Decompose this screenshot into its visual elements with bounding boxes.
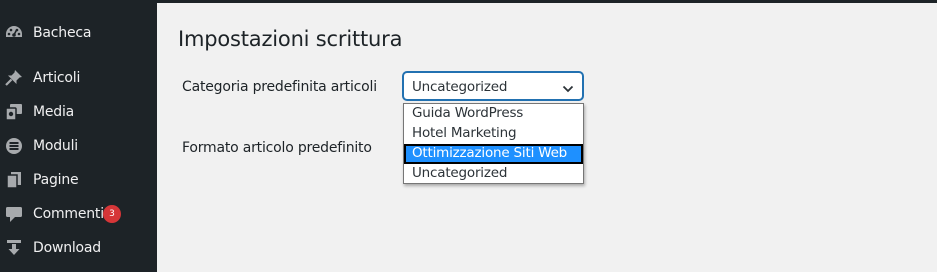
media-icon: [4, 103, 24, 121]
sidebar-item-commenti[interactable]: Commenti 3: [0, 199, 157, 229]
dropdown-option-highlighted[interactable]: Ottimizzazione Siti Web: [404, 144, 583, 164]
pin-icon: [4, 69, 24, 87]
sidebar-item-label: Commenti: [33, 206, 104, 222]
admin-sidebar: Bacheca Articoli Media Moduli Pagine Com…: [0, 0, 157, 272]
download-icon: [4, 239, 24, 257]
dashboard-icon: [4, 24, 24, 42]
sidebar-item-bacheca[interactable]: Bacheca: [0, 18, 157, 48]
sidebar-item-articoli[interactable]: Articoli: [0, 63, 157, 93]
sidebar-item-label: Moduli: [33, 138, 78, 154]
comment-count-badge: 3: [103, 205, 121, 223]
sidebar-item-download[interactable]: Download: [0, 233, 157, 263]
sidebar-item-label: Articoli: [33, 70, 81, 86]
sidebar-item-label: Media: [33, 104, 75, 120]
sidebar-item-label: Pagine: [33, 172, 79, 188]
sidebar-item-pagine[interactable]: Pagine: [0, 165, 157, 195]
dropdown-option[interactable]: Uncategorized: [404, 164, 583, 184]
forms-icon: [4, 137, 24, 155]
default-format-label: Formato articolo predefinito: [182, 140, 372, 156]
sidebar-item-label: Bacheca: [33, 25, 92, 41]
chevron-down-icon: [562, 81, 574, 99]
sidebar-item-moduli[interactable]: Moduli: [0, 131, 157, 161]
comment-icon: [4, 205, 24, 223]
dropdown-option[interactable]: Guida WordPress: [404, 104, 583, 124]
select-value: Uncategorized: [412, 79, 508, 95]
category-dropdown-list: Guida WordPress Hotel Marketing Ottimizz…: [403, 103, 584, 184]
page-title: Impostazioni scrittura: [178, 27, 403, 51]
sidebar-item-media[interactable]: Media: [0, 97, 157, 127]
sidebar-item-label: Download: [33, 240, 101, 256]
dropdown-option[interactable]: Hotel Marketing: [404, 124, 583, 144]
pages-icon: [4, 171, 24, 189]
default-category-label: Categoria predefinita articoli: [182, 79, 377, 95]
default-category-select[interactable]: Uncategorized: [403, 72, 583, 100]
